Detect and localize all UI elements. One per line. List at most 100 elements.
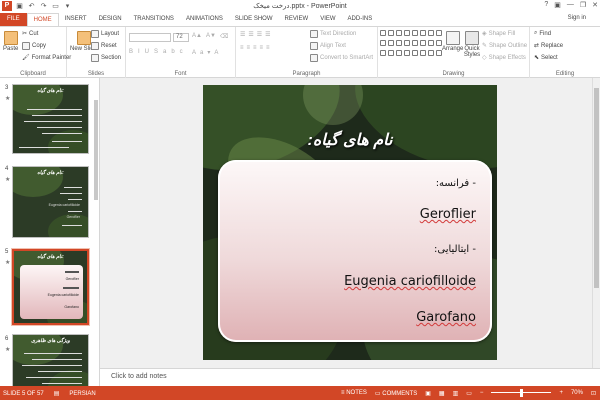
text-direction-button[interactable]: Text Direction: [310, 30, 356, 38]
notes-button[interactable]: ≡ NOTES: [341, 390, 367, 396]
ribbon-display-icon[interactable]: ▣: [554, 1, 561, 9]
zoom-out-button[interactable]: −: [480, 390, 484, 396]
shape-icon[interactable]: [420, 30, 426, 36]
section-icon: [91, 54, 99, 62]
reset-button[interactable]: Reset: [91, 42, 117, 50]
scrollbar-thumb[interactable]: [594, 88, 599, 288]
cursor-icon: ⬉: [534, 55, 540, 61]
align-text-button[interactable]: Align Text: [310, 42, 346, 50]
slide-thumbnail-6[interactable]: ویژگی های ظاهری: [12, 334, 89, 386]
shape-icon[interactable]: [396, 40, 402, 46]
tab-insert[interactable]: INSERT: [59, 13, 93, 26]
shape-icon[interactable]: [428, 50, 434, 56]
thumbnails-scrollbar[interactable]: [93, 80, 99, 380]
status-left: SLIDE 5 OF 57 ▤ PERSIAN: [3, 390, 96, 398]
arrange-button[interactable]: Arrange: [442, 31, 463, 52]
tab-slide-show[interactable]: SLIDE SHOW: [229, 13, 279, 26]
shape-icon[interactable]: [412, 40, 418, 46]
slide-thumbnail-3[interactable]: نام های گیاه:: [12, 84, 89, 154]
find-button[interactable]: ⌕ Find: [534, 30, 551, 37]
proofing-icon[interactable]: ▤: [54, 390, 60, 397]
replace-button[interactable]: ⇄ Replace: [534, 42, 563, 50]
shape-effects-button[interactable]: ◇ Shape Effects: [482, 54, 526, 62]
slide-title[interactable]: نام های گیاه:: [203, 130, 497, 150]
sign-in-link[interactable]: Sign in: [568, 15, 586, 21]
font-name-box[interactable]: [129, 33, 171, 42]
restore-button[interactable]: ❐: [580, 1, 586, 9]
layout-button[interactable]: Layout: [91, 30, 119, 38]
slideshow-view-icon[interactable]: ▭: [466, 390, 472, 397]
zoom-in-button[interactable]: +: [559, 390, 563, 396]
thumb-text-line: [19, 147, 69, 148]
copy-button[interactable]: Copy: [22, 42, 46, 50]
shape-icon[interactable]: [396, 50, 402, 56]
comments-button[interactable]: ▭ COMMENTS: [375, 390, 417, 397]
quick-styles-button[interactable]: Quick Styles: [462, 31, 482, 58]
format-painter-button[interactable]: 🖌 Format Painter: [22, 54, 71, 62]
reading-view-icon[interactable]: ▥: [453, 390, 459, 397]
normal-view-icon[interactable]: ▣: [425, 390, 431, 397]
align-text-icon: [310, 42, 318, 50]
notes-pane[interactable]: Click to add notes: [100, 368, 600, 386]
shape-icon[interactable]: [404, 40, 410, 46]
zoom-slider[interactable]: [491, 389, 552, 397]
slide-sorter-icon[interactable]: ▦: [439, 390, 445, 397]
slide-canvas[interactable]: نام های گیاه: - فرانسه: Geroflier - ایتا…: [203, 85, 497, 360]
shape-icon[interactable]: [388, 40, 394, 46]
language-indicator[interactable]: PERSIAN: [69, 391, 95, 397]
cut-button[interactable]: ✂ Cut: [22, 30, 38, 38]
shrink-font-icon[interactable]: A▼: [206, 33, 216, 39]
shape-icon[interactable]: [380, 40, 386, 46]
notes-placeholder[interactable]: Click to add notes: [111, 373, 167, 380]
shape-icon[interactable]: [420, 40, 426, 46]
scrollbar-thumb[interactable]: [94, 100, 98, 200]
editor-scrollbar[interactable]: [592, 78, 600, 368]
font-style-buttons[interactable]: BIUSabc: [129, 49, 188, 55]
tab-home[interactable]: HOME: [26, 13, 59, 26]
shape-outline-button[interactable]: ✎ Shape Outline: [482, 42, 527, 50]
shape-icon[interactable]: [380, 50, 386, 56]
shape-icon[interactable]: [380, 30, 386, 36]
list-buttons[interactable]: ☰☰☰☰: [240, 31, 274, 38]
paste-button[interactable]: Paste: [3, 31, 18, 52]
shape-icon[interactable]: [412, 50, 418, 56]
shape-icon[interactable]: [412, 30, 418, 36]
clear-format-icon[interactable]: ⌫: [220, 33, 228, 40]
content-box[interactable]: - فرانسه: Geroflier - ایتالیایی: Eugenia…: [218, 160, 492, 342]
shape-icon[interactable]: [404, 50, 410, 56]
tab-file[interactable]: FILE: [0, 13, 27, 26]
shape-icon[interactable]: [428, 40, 434, 46]
window-title: درخت میخک.pptx - PowerPoint: [253, 3, 347, 10]
tab-transitions[interactable]: TRANSITIONS: [128, 13, 180, 26]
shape-icon[interactable]: [388, 30, 394, 36]
select-button[interactable]: ⬉ Select: [534, 54, 558, 62]
convert-smartart-button[interactable]: Convert to SmartArt: [310, 54, 373, 62]
fit-to-window-icon[interactable]: ⊡: [591, 390, 596, 397]
align-buttons[interactable]: ≡≡≡≡≡: [240, 45, 273, 51]
font-size-box[interactable]: 72: [173, 33, 189, 42]
tab-design[interactable]: DESIGN: [93, 13, 128, 26]
slide-thumbnail-4[interactable]: نام های گیاه: Eugenia cariofilloide Gero…: [12, 166, 89, 238]
slide-thumbnail-5[interactable]: نام های گیاه: Geroflier Eugenia cariofil…: [11, 248, 90, 326]
tab-review[interactable]: REVIEW: [279, 13, 315, 26]
shape-icon[interactable]: [388, 50, 394, 56]
shape-icon[interactable]: [420, 50, 426, 56]
font-color-buttons[interactable]: Aa▾A: [192, 49, 222, 56]
tab-view[interactable]: VIEW: [314, 13, 341, 26]
minimize-button[interactable]: —: [567, 1, 574, 9]
shape-icon[interactable]: [428, 30, 434, 36]
tab-add-ins[interactable]: ADD-INS: [342, 13, 379, 26]
zoom-level[interactable]: 70%: [571, 390, 583, 396]
help-button[interactable]: ?: [544, 1, 548, 9]
paint-bucket-icon: ◈: [482, 31, 487, 37]
shape-icon[interactable]: [404, 30, 410, 36]
shape-fill-button[interactable]: ◈ Shape Fill: [482, 30, 515, 38]
tab-animations[interactable]: ANIMATIONS: [180, 13, 229, 26]
close-button[interactable]: ✕: [592, 1, 598, 9]
shape-icon[interactable]: [396, 30, 402, 36]
grow-font-icon[interactable]: A▲: [192, 33, 202, 39]
zoom-slider-thumb[interactable]: [520, 389, 524, 397]
shapes-gallery[interactable]: [380, 30, 442, 60]
section-button[interactable]: Section: [91, 54, 121, 62]
ribbon-tabs: FILE HOME INSERT DESIGN TRANSITIONS ANIM…: [0, 13, 600, 26]
